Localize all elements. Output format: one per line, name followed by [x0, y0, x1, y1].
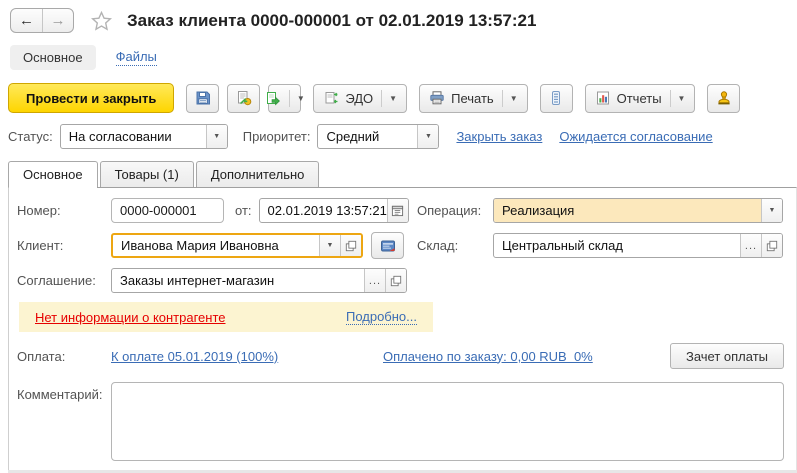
number-input[interactable]: 0000-000001 [111, 198, 224, 223]
agreement-value: Заказы интернет-магазин [112, 269, 364, 292]
paid-amount-link[interactable]: Оплачено по заказу: 0,00 RUB 0% [383, 349, 593, 364]
tab-bar: Основное Товары (1) Дополнительно [8, 161, 797, 187]
print-button-label: Печать [451, 91, 494, 106]
create-based-on-button[interactable]: ▼ [268, 84, 301, 113]
print-button[interactable]: Печать ▼ [419, 84, 528, 113]
section-main[interactable]: Основное [10, 45, 96, 70]
chevron-down-icon[interactable]: ▼ [417, 125, 438, 148]
ellipsis-icon[interactable]: ... [364, 269, 385, 292]
row-client-warehouse: Клиент: Иванова Мария Ивановна ▼ Склад: … [17, 232, 788, 259]
close-order-link[interactable]: Закрыть заказ [456, 129, 542, 144]
save-icon [195, 90, 211, 106]
client-value: Иванова Мария Ивановна [113, 235, 319, 256]
row-number-date-operation: Номер: 0000-000001 от: 02.01.2019 13:57:… [17, 198, 788, 223]
approval-status-link[interactable]: Ожидается согласование [559, 129, 712, 144]
payment-offset-button[interactable]: Зачет оплаты [670, 343, 784, 369]
chevron-down-icon[interactable]: ▼ [319, 235, 340, 256]
priority-value: Средний [318, 125, 417, 148]
header: ← → Заказ клиента 0000-000001 от 02.01.2… [0, 0, 797, 33]
structure-icon [548, 90, 564, 106]
number-label: Номер: [17, 203, 111, 218]
chevron-down-icon[interactable]: ▼ [206, 125, 227, 148]
ellipsis-icon[interactable]: ... [740, 234, 761, 257]
order-window: ← → Заказ клиента 0000-000001 от 02.01.2… [0, 0, 797, 473]
reports-button-label: Отчеты [617, 91, 662, 106]
favorite-star-icon[interactable] [91, 11, 112, 31]
tab-goods[interactable]: Товары (1) [100, 161, 194, 187]
payment-label: Оплата: [17, 349, 111, 364]
warehouse-input[interactable]: Центральный склад ... [493, 233, 783, 258]
post-button[interactable] [227, 84, 260, 113]
edo-button-label: ЭДО [345, 91, 373, 106]
back-arrow-icon: ← [19, 12, 34, 29]
operation-value: Реализация [494, 199, 761, 222]
client-card-icon [380, 238, 396, 254]
operation-select[interactable]: Реализация ▼ [493, 198, 783, 223]
status-row: Статус: На согласовании ▼ Приоритет: Сре… [8, 124, 797, 149]
section-nav: Основное Файлы [10, 45, 797, 70]
client-label: Клиент: [17, 238, 111, 253]
client-card-button[interactable] [371, 232, 404, 259]
counterparty-warning-banner: Нет информации о контрагенте Подробно... [19, 302, 433, 332]
chevron-down-icon: ▼ [502, 90, 518, 107]
section-files[interactable]: Файлы [116, 49, 157, 66]
stamp-icon [716, 90, 732, 106]
agreement-label: Соглашение: [17, 273, 111, 288]
date-value: 02.01.2019 13:57:21 [260, 199, 387, 222]
toolbar: Провести и закрыть ▼ ЭДО ▼ Печать ▼ Отче… [8, 83, 797, 113]
history-nav: ← → [10, 8, 74, 33]
row-payment: Оплата: К оплате 05.01.2019 (100%) Оплач… [17, 343, 788, 369]
row-comment: Комментарий: [17, 382, 788, 461]
warehouse-label: Склад: [417, 238, 493, 253]
chevron-down-icon: ▼ [670, 90, 686, 107]
structure-button[interactable] [540, 84, 573, 113]
warehouse-value: Центральный склад [494, 234, 740, 257]
forward-arrow-icon: → [51, 12, 66, 29]
chevron-down-icon: ▼ [289, 90, 305, 107]
date-input[interactable]: 02.01.2019 13:57:21 [259, 198, 409, 223]
post-document-icon [236, 90, 252, 106]
reports-icon [595, 90, 611, 106]
create-based-on-icon [265, 90, 281, 106]
open-icon[interactable] [761, 234, 782, 257]
comment-textarea[interactable] [111, 382, 784, 461]
edo-button[interactable]: ЭДО ▼ [313, 84, 407, 113]
status-value: На согласовании [61, 125, 206, 148]
details-link[interactable]: Подробно... [346, 309, 417, 325]
agreement-input[interactable]: Заказы интернет-магазин ... [111, 268, 407, 293]
date-label: от: [235, 203, 252, 218]
client-input[interactable]: Иванова Мария Ивановна ▼ [111, 233, 363, 258]
stamp-button[interactable] [707, 84, 740, 113]
tab-main[interactable]: Основное [8, 161, 98, 187]
save-button[interactable] [186, 84, 219, 113]
priority-label: Приоритет: [243, 129, 311, 144]
edo-icon [323, 90, 339, 106]
counterparty-warning-link[interactable]: Нет информации о контрагенте [35, 310, 226, 325]
number-value: 0000-000001 [120, 203, 197, 218]
calendar-icon[interactable] [387, 199, 408, 222]
main-tab-panel: Номер: 0000-000001 от: 02.01.2019 13:57:… [8, 187, 797, 470]
chevron-down-icon[interactable]: ▼ [761, 199, 782, 222]
status-select[interactable]: На согласовании ▼ [60, 124, 228, 149]
reports-button[interactable]: Отчеты ▼ [585, 84, 696, 113]
status-label: Статус: [8, 129, 53, 144]
forward-button[interactable]: → [42, 9, 73, 32]
comment-label: Комментарий: [17, 382, 111, 402]
open-icon[interactable] [385, 269, 406, 292]
post-and-close-button[interactable]: Провести и закрыть [8, 83, 174, 113]
chevron-down-icon: ▼ [381, 90, 397, 107]
print-icon [429, 90, 445, 106]
page-title: Заказ клиента 0000-000001 от 02.01.2019 … [127, 11, 536, 31]
row-agreement: Соглашение: Заказы интернет-магазин ... [17, 268, 788, 293]
payment-due-link[interactable]: К оплате 05.01.2019 (100%) [111, 349, 278, 364]
tab-additional[interactable]: Дополнительно [196, 161, 320, 187]
open-icon[interactable] [340, 235, 361, 256]
operation-label: Операция: [417, 203, 493, 218]
priority-select[interactable]: Средний ▼ [317, 124, 439, 149]
back-button[interactable]: ← [11, 9, 42, 32]
